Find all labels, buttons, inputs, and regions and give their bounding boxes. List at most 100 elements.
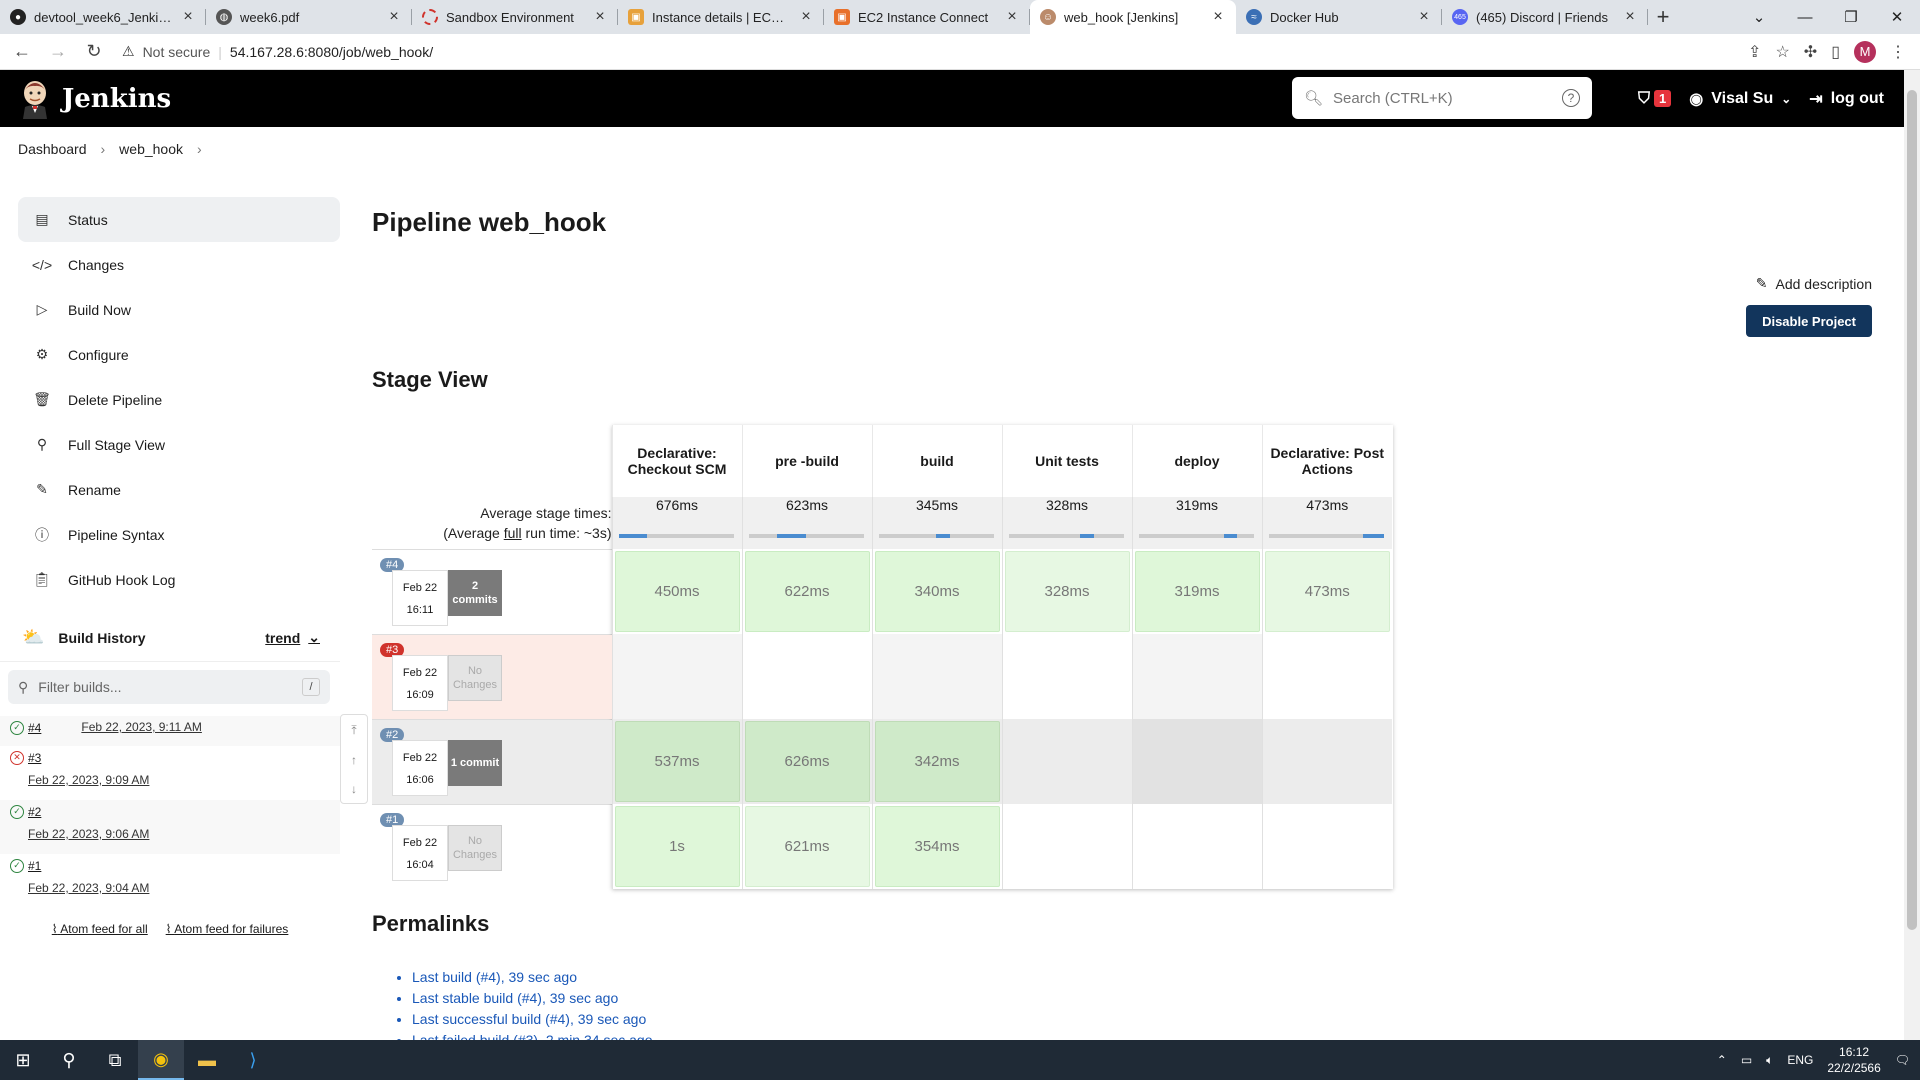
sidebar-item-delete-pipeline[interactable]: 🗑︎ Delete Pipeline: [18, 377, 340, 422]
volume-icon[interactable]: 🔈︎: [1766, 1053, 1773, 1068]
stage-cell[interactable]: 340ms: [871, 549, 1002, 634]
filter-builds-input[interactable]: ⚲ Filter builds... /: [8, 670, 330, 704]
menu-kebab-icon[interactable]: ⋮: [1890, 42, 1906, 62]
sidebar-item-rename[interactable]: ✎ Rename: [18, 467, 340, 512]
chrome-icon[interactable]: ◉: [138, 1040, 184, 1080]
sidebar-item-build-now[interactable]: ▷ Build Now: [18, 287, 340, 332]
stage-cell[interactable]: 621ms: [741, 804, 872, 889]
build-row-2[interactable]: ✓ #2 Feb 22, 2023, 9:06 AM: [0, 800, 340, 854]
minimize-icon[interactable]: —: [1782, 0, 1828, 34]
sidebar-item-github-hook-log[interactable]: 📋︎ GitHub Hook Log: [18, 557, 340, 602]
sidebar-item-status[interactable]: ▤ Status: [18, 197, 340, 242]
stage-cell[interactable]: 1s: [611, 804, 742, 889]
stage-cell[interactable]: 537ms: [611, 719, 742, 804]
close-icon[interactable]: ×: [1622, 8, 1638, 26]
run-changes-box[interactable]: 1 commit: [448, 739, 502, 786]
chevron-right-icon[interactable]: ›: [197, 141, 202, 157]
page-up-icon[interactable]: ↑: [351, 753, 357, 767]
close-icon[interactable]: ×: [798, 8, 814, 26]
avg-full-link[interactable]: full: [504, 525, 522, 541]
browser-tab-0[interactable]: ● devtool_week6_Jenkins/We ×: [0, 0, 206, 34]
page-top-icon[interactable]: ⤒: [351, 723, 356, 738]
notifications-icon[interactable]: 🗨︎: [1895, 1053, 1910, 1067]
side-panel-icon[interactable]: ▯: [1831, 42, 1840, 62]
run-changes-box[interactable]: 2 commits: [448, 569, 502, 616]
page-scrollbar[interactable]: [1904, 70, 1920, 1040]
sidebar-item-full-stage-view[interactable]: ⚲ Full Stage View: [18, 422, 340, 467]
atom-feed-failures-link[interactable]: ⌇ Atom feed for failures: [166, 922, 289, 936]
network-icon[interactable]: ▭: [1741, 1053, 1752, 1067]
build-number-link[interactable]: #3: [28, 751, 41, 765]
stage-cell[interactable]: 342ms: [871, 719, 1002, 804]
close-icon[interactable]: ×: [180, 8, 196, 26]
sidebar-item-configure[interactable]: ⚙ Configure: [18, 332, 340, 377]
back-icon[interactable]: ←: [8, 38, 36, 66]
jenkins-logo-link[interactable]: Jenkins: [18, 79, 171, 119]
close-icon[interactable]: ×: [592, 8, 608, 26]
window-close-icon[interactable]: ✕: [1874, 0, 1920, 34]
breadcrumb-dashboard[interactable]: Dashboard: [18, 141, 87, 157]
build-number-link[interactable]: #1: [28, 859, 41, 873]
url-text[interactable]: 54.167.28.6:8080/job/web_hook/: [230, 44, 433, 60]
scrollbar-thumb[interactable]: [1907, 90, 1917, 930]
trend-dropdown[interactable]: trend ⌄: [265, 629, 320, 646]
browser-tab-1[interactable]: ◍ week6.pdf ×: [206, 0, 412, 34]
page-down-icon[interactable]: ↓: [351, 782, 357, 796]
build-number-link[interactable]: #4: [28, 721, 41, 735]
build-date-link[interactable]: Feb 22, 2023, 9:04 AM: [28, 881, 330, 895]
build-row-4[interactable]: ✓ #4 Feb 22, 2023, 9:11 AM: [0, 716, 340, 746]
stage-cell[interactable]: 328ms: [1001, 549, 1132, 634]
task-view-icon[interactable]: ⧉: [92, 1040, 138, 1080]
atom-feed-all-link[interactable]: ⌇ Atom feed for all: [52, 922, 148, 936]
maximize-icon[interactable]: ❐: [1828, 0, 1874, 34]
share-icon[interactable]: ⇪: [1748, 42, 1761, 62]
close-icon[interactable]: ×: [1210, 8, 1226, 26]
help-icon[interactable]: ?: [1562, 89, 1580, 107]
search-input[interactable]: Search (CTRL+K): [1333, 90, 1552, 107]
stage-cell[interactable]: 319ms: [1131, 549, 1262, 634]
language-indicator[interactable]: ENG: [1787, 1053, 1813, 1067]
build-row-3[interactable]: ✕ #3 Feb 22, 2023, 9:09 AM: [0, 746, 340, 800]
jenkins-search-box[interactable]: 🔍︎ Search (CTRL+K) ?: [1292, 77, 1592, 119]
chevron-up-icon[interactable]: ⌃: [1717, 1053, 1727, 1067]
windows-start-icon[interactable]: ⊞: [0, 1040, 46, 1080]
browser-tab-6[interactable]: ≈ Docker Hub ×: [1236, 0, 1442, 34]
browser-tab-4[interactable]: ▣ EC2 Instance Connect ×: [824, 0, 1030, 34]
browser-tab-2[interactable]: Sandbox Environment ×: [412, 0, 618, 34]
stage-cell[interactable]: 626ms: [741, 719, 872, 804]
stage-cell[interactable]: 473ms: [1261, 549, 1392, 634]
security-warning-button[interactable]: ⛉ 1: [1638, 90, 1672, 108]
tab-search-icon[interactable]: ⌄: [1736, 0, 1782, 34]
add-description-link[interactable]: ✎ Add description: [1756, 275, 1872, 292]
close-icon[interactable]: ×: [1416, 8, 1432, 26]
permalink-item[interactable]: Last successful build (#4), 39 sec ago: [412, 1009, 652, 1030]
sidebar-item-pipeline-syntax[interactable]: ⓘ Pipeline Syntax: [18, 512, 340, 557]
extensions-icon[interactable]: ✣: [1804, 42, 1817, 62]
permalink-item[interactable]: Last build (#4), 39 sec ago: [412, 967, 652, 988]
file-explorer-icon[interactable]: ▬: [184, 1040, 230, 1080]
build-date-link[interactable]: Feb 22, 2023, 9:09 AM: [28, 773, 330, 787]
browser-tab-7[interactable]: 465 (465) Discord | Friends ×: [1442, 0, 1648, 34]
build-number-link[interactable]: #2: [28, 805, 41, 819]
vscode-icon[interactable]: ⟩: [230, 1040, 276, 1080]
browser-tab-3[interactable]: ▣ Instance details | EC2 Man ×: [618, 0, 824, 34]
close-icon[interactable]: ×: [386, 8, 402, 26]
clock[interactable]: 16:12 22/2/2566: [1827, 1044, 1880, 1076]
permalink-item[interactable]: Last stable build (#4), 39 sec ago: [412, 988, 652, 1009]
omnibox[interactable]: ⚠ Not secure | 54.167.28.6:8080/job/web_…: [122, 38, 1748, 66]
profile-avatar[interactable]: M: [1854, 40, 1876, 63]
disable-project-button[interactable]: Disable Project: [1746, 305, 1872, 337]
forward-icon[interactable]: →: [44, 38, 72, 66]
sidebar-item-changes[interactable]: </> Changes: [18, 242, 340, 287]
build-date-link[interactable]: Feb 22, 2023, 9:06 AM: [28, 827, 330, 841]
star-icon[interactable]: ☆: [1775, 42, 1789, 62]
stage-cell[interactable]: 450ms: [611, 549, 742, 634]
build-date-link[interactable]: Feb 22, 2023, 9:11 AM: [81, 720, 202, 734]
close-icon[interactable]: ×: [1004, 8, 1020, 26]
build-row-1[interactable]: ✓ #1 Feb 22, 2023, 9:04 AM: [0, 854, 340, 908]
breadcrumb-web-hook[interactable]: web_hook: [119, 141, 183, 157]
reload-icon[interactable]: ↻: [80, 38, 108, 66]
stage-cell[interactable]: 622ms: [741, 549, 872, 634]
user-menu[interactable]: ◉ Visal Su ⌄: [1689, 89, 1791, 109]
stage-cell[interactable]: 354ms: [871, 804, 1002, 889]
